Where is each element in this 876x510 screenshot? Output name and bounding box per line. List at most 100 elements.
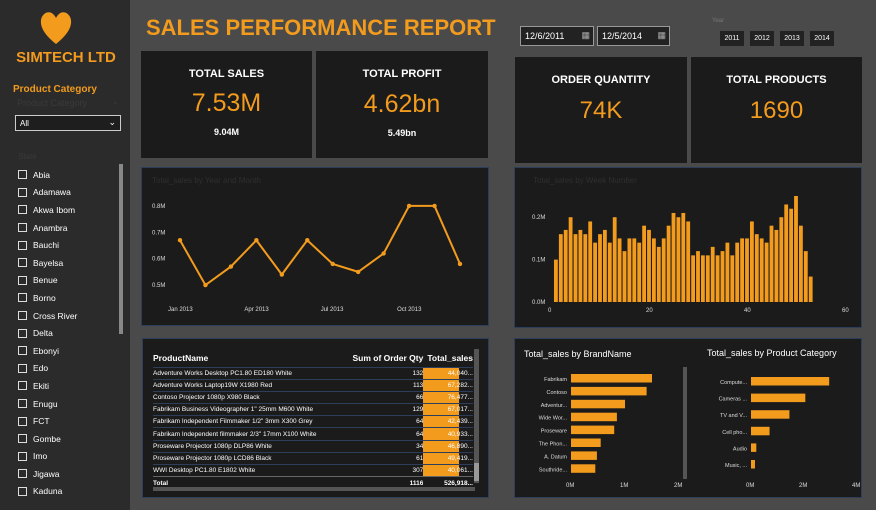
table-horizontal-scrollbar[interactable] (153, 487, 475, 491)
year-slicer-label: Year (712, 18, 725, 24)
week-bar (617, 238, 622, 302)
sidebar-scrollbar[interactable] (119, 164, 123, 334)
state-checkbox[interactable] (18, 399, 27, 409)
total-sales-cell: 44,040... (423, 366, 473, 380)
col-total-sales[interactable]: Total_sales (423, 349, 473, 367)
state-checkbox[interactable] (18, 328, 27, 338)
year-button-2013[interactable]: 2013 (780, 31, 804, 46)
week-bar (759, 238, 764, 302)
state-checkbox[interactable] (18, 451, 27, 461)
state-item[interactable]: Akwa Ibom (18, 201, 77, 219)
category-label: Adventur... (541, 403, 568, 409)
table-row[interactable]: Adventure Works Desktop PC1.80 ED180 Whi… (153, 366, 473, 380)
state-item[interactable]: Delta (18, 324, 77, 342)
state-checkbox[interactable] (18, 258, 27, 268)
col-product-name[interactable]: ProductName (153, 349, 341, 367)
end-date-input[interactable]: 12/5/2014 ▦ (597, 26, 670, 46)
week-bar (779, 217, 784, 302)
state-checkbox[interactable] (18, 486, 27, 496)
state-item[interactable]: Edo (18, 360, 77, 378)
table-row[interactable]: Fabrikam Independent Filmmaker 1/2" 3mm … (153, 415, 473, 428)
week-bar (745, 238, 749, 302)
week-bar (740, 238, 745, 302)
state-item[interactable]: Adamawa (18, 184, 77, 202)
state-checkbox[interactable] (18, 293, 27, 303)
category-bar[interactable] (751, 443, 757, 452)
table-row[interactable]: Proseware Projector 1080p DLP86 White 34 4… (153, 439, 473, 453)
week-bar (730, 255, 735, 302)
y-tick-label: 0.0M (532, 300, 545, 306)
state-checkbox[interactable] (18, 240, 27, 250)
state-checkbox[interactable] (18, 205, 27, 215)
state-item[interactable]: Jigawa (18, 465, 77, 483)
state-checkbox[interactable] (18, 416, 27, 426)
week-bar (749, 221, 754, 302)
state-checkbox[interactable] (18, 381, 27, 391)
y-tick-label: 0.7M (152, 230, 165, 236)
category-bar[interactable] (751, 460, 755, 469)
total-sales-subvalue: 9.04M (213, 127, 239, 137)
state-checkbox[interactable] (18, 223, 27, 233)
state-item[interactable]: FCT (18, 412, 77, 430)
state-checkbox[interactable] (18, 363, 27, 373)
category-bar[interactable] (751, 377, 830, 386)
category-bar[interactable] (571, 425, 615, 435)
category-bar[interactable] (751, 410, 790, 419)
category-bar[interactable] (571, 412, 617, 422)
start-date-input[interactable]: 12/6/2011 ▦ (520, 26, 594, 46)
table-row[interactable]: Contoso Projector 1080p X980 Black 66 76,4… (153, 390, 473, 404)
category-bar[interactable] (571, 451, 597, 460)
category-bar[interactable] (571, 374, 652, 383)
table-row[interactable]: Fabrikam Independent filmmaker 2/3" 17mm… (153, 427, 473, 441)
state-item[interactable]: Ebonyi (18, 342, 77, 360)
state-item[interactable]: Kaduna (18, 483, 77, 501)
total-products-label: TOTAL PRODUCTS (726, 74, 827, 86)
table-row[interactable]: Adventure Works Laptop19W X1980 Red 113 67… (153, 378, 473, 392)
state-item[interactable]: Bauchi (18, 236, 77, 254)
table-scroll-thumb[interactable] (474, 463, 479, 481)
category-bar[interactable] (571, 386, 647, 396)
state-checkbox[interactable] (18, 187, 27, 197)
state-item[interactable]: Cross River (18, 307, 77, 325)
data-point (228, 264, 234, 269)
calendar-icon[interactable]: ▦ (581, 30, 590, 41)
state-checkbox[interactable] (18, 275, 27, 285)
state-label: Gombe (33, 433, 61, 444)
calendar-icon[interactable]: ▦ (657, 30, 666, 41)
state-item[interactable]: Imo (18, 448, 77, 466)
state-item[interactable]: Anambra (18, 219, 77, 237)
category-bar[interactable] (571, 464, 596, 473)
state-item[interactable]: Abia (18, 166, 77, 184)
col-order-qty[interactable]: Sum of Order Qty (341, 349, 423, 367)
state-item[interactable]: Gombe (18, 430, 77, 448)
state-item[interactable]: Benue (18, 272, 77, 290)
table-row[interactable]: WWI Desktop PC1.80 E1802 White 307 40,061.… (153, 463, 473, 477)
x-tick-label: Apr 2013 (244, 307, 269, 313)
category-bar[interactable] (751, 393, 806, 403)
category-bar[interactable] (751, 426, 770, 436)
heart-logo-icon (40, 12, 72, 44)
product-category-dropdown[interactable]: All ⌄ (15, 115, 121, 131)
state-item[interactable]: Bayelsa (18, 254, 77, 272)
state-checkbox[interactable] (18, 434, 27, 444)
state-label: Cross River (33, 310, 78, 321)
brand-chart-scrollbar[interactable] (683, 367, 687, 479)
product-name-cell: Proseware Projector 1080p DLP86 White (153, 439, 341, 453)
state-checkbox-list: Abia Adamawa Akwa Ibom Anambra Bauchi Bayelsa… (18, 166, 77, 500)
state-checkbox[interactable] (18, 469, 27, 479)
week-bar (725, 242, 730, 302)
state-item[interactable]: Enugu (18, 395, 77, 413)
state-checkbox[interactable] (18, 170, 27, 180)
category-bar[interactable] (571, 438, 601, 448)
year-button-2014[interactable]: 2014 (810, 31, 834, 46)
order-qty-cell: 129 (340, 403, 424, 416)
state-checkbox[interactable] (18, 346, 27, 356)
state-item[interactable]: Borno (18, 289, 77, 307)
year-button-2011[interactable]: 2011 (720, 31, 744, 46)
year-button-2012[interactable]: 2012 (750, 31, 774, 46)
state-item[interactable]: Ekiti (18, 377, 77, 395)
state-checkbox[interactable] (18, 311, 27, 321)
table-row[interactable]: Proseware Projector 1080p LCD86 Black 61 4… (153, 451, 473, 465)
category-bar[interactable] (571, 399, 625, 409)
table-row[interactable]: Fabrikam Business Videographer 1" 25mm M… (153, 403, 473, 416)
